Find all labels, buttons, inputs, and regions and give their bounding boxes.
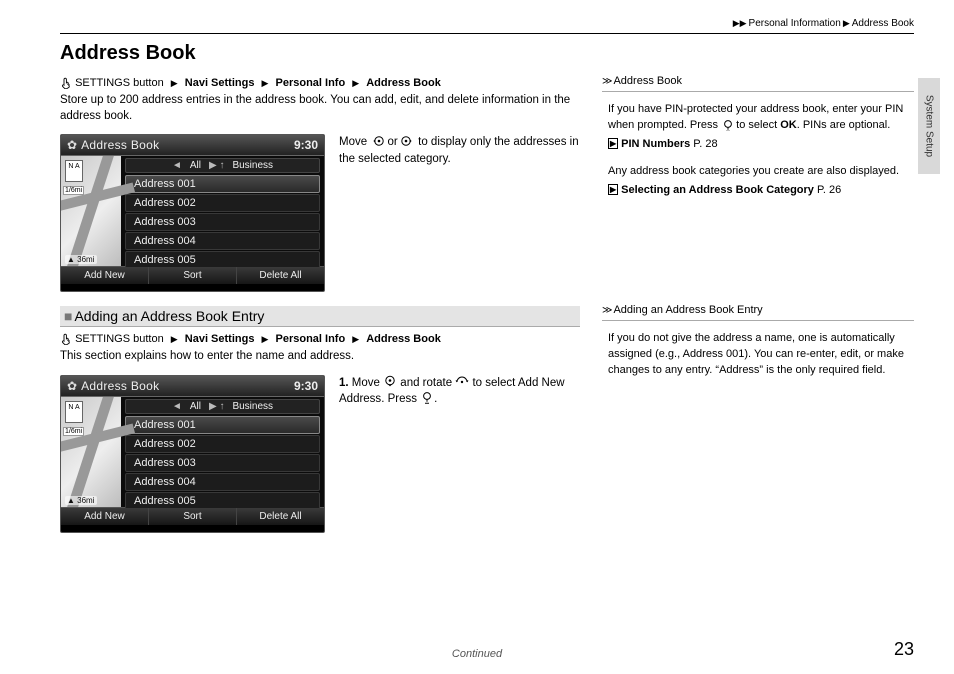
chevron-right-icon: ▶ (843, 18, 850, 29)
cross-ref: ▶Selecting an Address Book Category P. 2… (608, 183, 912, 199)
nav-path: SETTINGS button ▶ Navi Settings ▶ Person… (60, 77, 580, 89)
gear-icon: ✿ (67, 138, 77, 152)
device-button: Sort (149, 267, 237, 284)
map-thumbnail: N A 1/6mi ▲ 36mi (61, 397, 121, 507)
list-item: Address 004 (125, 232, 320, 250)
intro-text: Store up to 200 address entries in the a… (60, 93, 580, 124)
page-title: Address Book (60, 42, 914, 65)
list-item: Address 001 (125, 175, 320, 193)
step-text: 1. Move and rotate to select Add New Add… (339, 375, 580, 533)
note-heading: ≫Adding an Address Book Entry (602, 304, 914, 316)
device-button: Delete All (237, 267, 324, 284)
map-thumbnail: N A 1/6mi ▲ 36mi (61, 156, 121, 266)
section-heading: ■Adding an Address Book Entry (60, 306, 580, 327)
device-screenshot: ✿Address Book 9:30 N A 1/6mi ▲ 36mi ◄All… (60, 375, 325, 533)
section-tab: System Setup (918, 78, 940, 174)
cross-ref: ▶PIN Numbers P. 28 (608, 137, 912, 153)
note-body: If you have PIN-protected your address b… (602, 96, 914, 210)
page-number: 23 (894, 639, 914, 660)
select-button-icon (420, 391, 434, 405)
gear-icon: ✿ (67, 379, 77, 393)
hand-icon (60, 77, 72, 89)
chevron-right-icon: ▶▶ (733, 18, 747, 29)
caption-text: Move or to display only the addresses in… (339, 134, 580, 292)
breadcrumb: ▶▶Personal Information▶Address Book (60, 18, 914, 33)
clock: 9:30 (294, 138, 318, 152)
continued-label: Continued (60, 648, 894, 660)
nav-path: SETTINGS button ▶ Navi Settings ▶ Person… (60, 333, 580, 345)
list-item: Address 002 (125, 194, 320, 212)
device-screenshot: ✿Address Book 9:30 N A 1/6mi ▲ 36mi ◄All… (60, 134, 325, 292)
hand-icon (60, 333, 72, 345)
joystick-right-icon (401, 134, 415, 148)
compass-icon: N A (65, 160, 83, 182)
category-filter: ◄All▶ ↑Business (125, 158, 320, 173)
note-heading: ≫Address Book (602, 75, 914, 87)
select-button-icon (721, 119, 733, 131)
joystick-down-icon (383, 375, 397, 389)
note-body: If you do not give the address a name, o… (602, 325, 914, 387)
dial-icon (455, 375, 469, 389)
list-item: Address 003 (125, 213, 320, 231)
joystick-left-icon (370, 134, 384, 148)
device-button: Add New (61, 267, 149, 284)
sub-intro: This section explains how to enter the n… (60, 349, 580, 365)
